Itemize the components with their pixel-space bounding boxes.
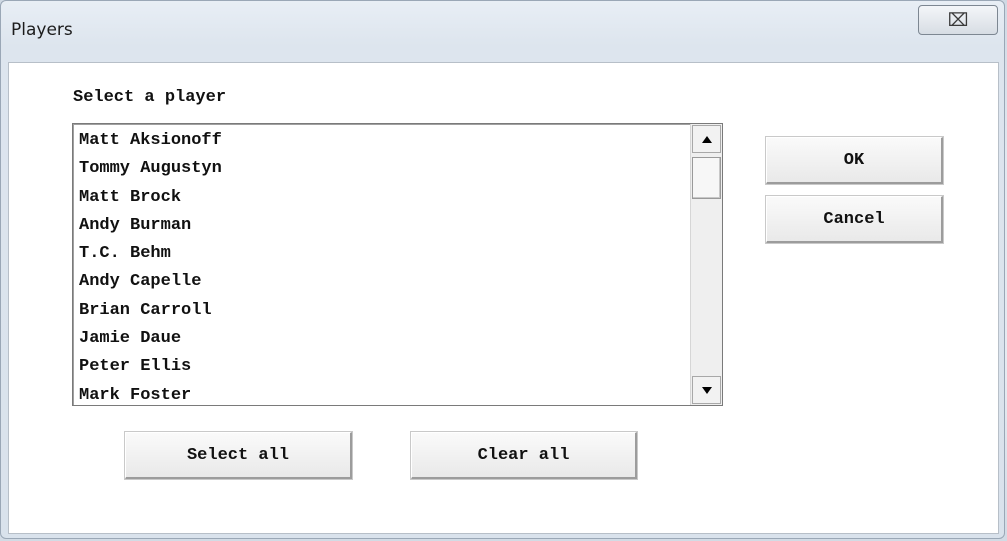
clear-all-button[interactable]: Clear all	[410, 431, 638, 480]
select-all-button[interactable]: Select all	[124, 431, 353, 480]
cancel-button[interactable]: Cancel	[765, 195, 944, 244]
list-item[interactable]: Tommy Augustyn	[79, 155, 679, 183]
select-player-label: Select a player	[73, 88, 227, 107]
list-item[interactable]: Matt Aksionoff	[79, 127, 679, 155]
dialog-client-area: Select a player Matt Aksionoff Tommy Augu…	[8, 62, 999, 534]
list-item[interactable]: Peter Ellis	[79, 353, 679, 381]
players-list: Matt Aksionoff Tommy Augustyn Matt Brock An…	[79, 127, 679, 410]
scroll-thumb[interactable]	[692, 157, 721, 199]
list-item[interactable]: Jamie Daue	[79, 325, 679, 353]
ok-button[interactable]: OK	[765, 136, 944, 185]
scroll-up-button[interactable]	[692, 125, 721, 153]
close-icon: ⌧	[947, 9, 969, 31]
arrow-down-icon	[701, 386, 712, 394]
list-item[interactable]: Andy Burman	[79, 212, 679, 240]
players-listbox[interactable]: Matt Aksionoff Tommy Augustyn Matt Brock An…	[72, 123, 723, 406]
list-item[interactable]: Brian Carroll	[79, 297, 679, 325]
arrow-up-icon	[701, 135, 712, 143]
list-item[interactable]: Andy Capelle	[79, 268, 679, 296]
list-item[interactable]: Matt Brock	[79, 184, 679, 212]
players-dialog: Players ⌧ Select a player Matt Aksionoff…	[0, 0, 1005, 539]
window-title: Players	[11, 20, 73, 40]
scroll-down-button[interactable]	[692, 376, 721, 404]
listbox-scrollbar[interactable]	[690, 124, 722, 405]
list-item[interactable]: T.C. Behm	[79, 240, 679, 268]
close-button[interactable]: ⌧	[918, 5, 998, 35]
list-item[interactable]: Mark Foster	[79, 382, 679, 410]
